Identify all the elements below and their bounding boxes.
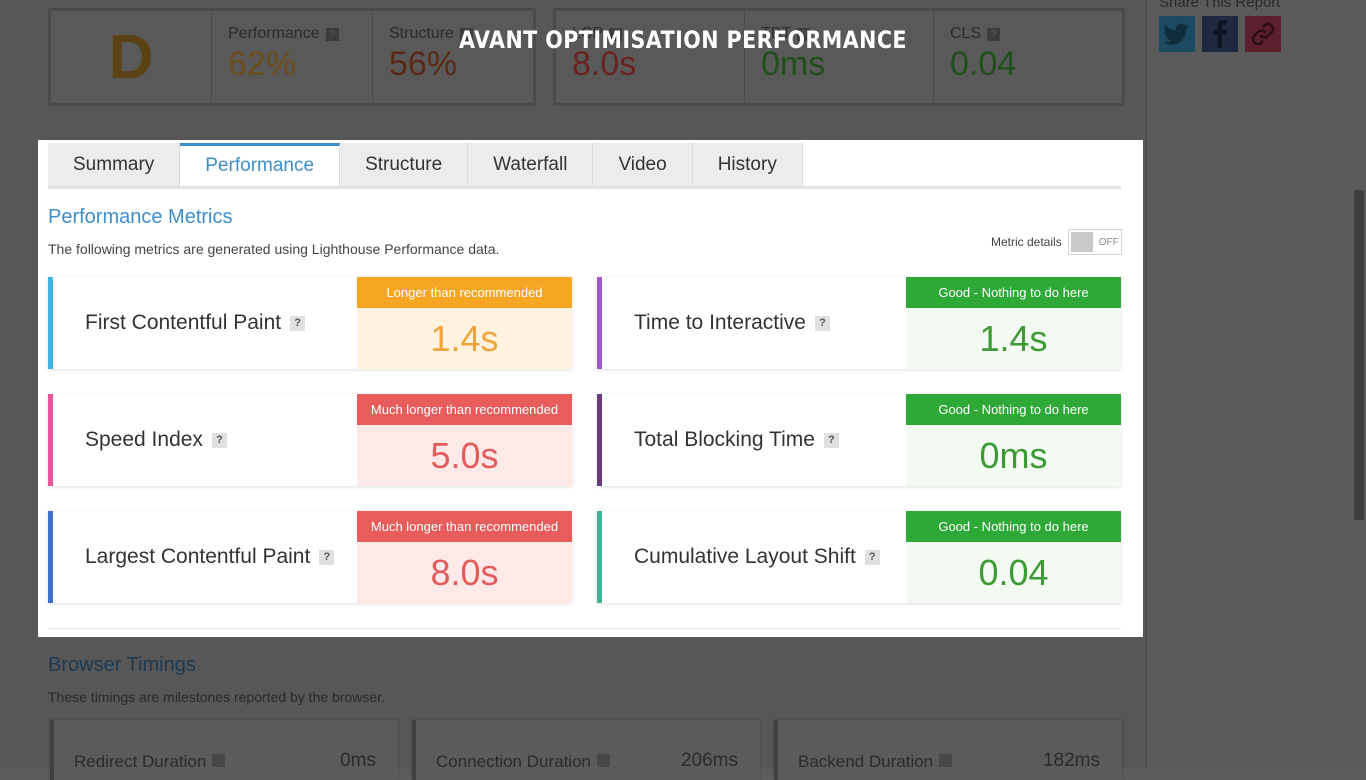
help-icon[interactable]: ?: [319, 549, 335, 565]
browser-timings-title: Browser Timings: [48, 654, 196, 676]
tab-waterfall[interactable]: Waterfall: [468, 143, 594, 186]
panel-divider: [48, 628, 1121, 629]
grade-letter: D: [51, 11, 212, 103]
tabs-divider: [48, 186, 1121, 189]
status-label: Good - Nothing to do here: [906, 511, 1121, 542]
metric-card-speed-index: Speed Index? Much longer than recommende…: [48, 394, 572, 486]
toggle-state: OFF: [1098, 236, 1119, 248]
sidebar: Share This Report: [1146, 0, 1366, 768]
section-title: Performance Metrics: [48, 206, 233, 228]
help-icon[interactable]: [596, 754, 610, 767]
overlay-banner: AVANT OPTIMISATION PERFORMANCE: [459, 26, 907, 54]
help-icon[interactable]: ?: [814, 315, 830, 331]
performance-panel: Summary Performance Structure Waterfall …: [38, 140, 1143, 637]
help-icon[interactable]: ?: [211, 432, 227, 448]
help-icon[interactable]: [939, 754, 953, 767]
metric-details-toggle-group: Metric details OFF: [991, 229, 1122, 255]
timing-value: 206ms: [680, 750, 738, 771]
metric-value: 1.4s: [357, 308, 572, 369]
metric-name: Largest Contentful Paint: [85, 545, 311, 568]
timing-value: 182ms: [1042, 750, 1100, 771]
tab-summary[interactable]: Summary: [48, 143, 181, 186]
metric-card-total-blocking-time: Total Blocking Time? Good - Nothing to d…: [597, 394, 1121, 486]
help-icon[interactable]: ?: [864, 549, 880, 565]
web-vitals-summary: LCP? 8.0s TBT? 0ms CLS? 0.04: [553, 8, 1125, 106]
metric-value: 0ms: [906, 425, 1121, 486]
metric-value: 8.0s: [357, 542, 572, 603]
performance-score: Performance? 62%: [212, 11, 373, 103]
cls-summary: CLS? 0.04: [934, 11, 1122, 103]
timing-card-connection: Connection Duration 206ms: [412, 720, 760, 780]
tbt-summary: TBT? 0ms: [745, 11, 934, 103]
tab-structure[interactable]: Structure: [340, 143, 469, 186]
metric-name: First Contentful Paint: [85, 311, 282, 334]
metric-value: 5.0s: [357, 425, 572, 486]
tab-performance[interactable]: Performance: [180, 143, 341, 186]
timing-name: Connection Duration: [436, 752, 591, 771]
timing-value: 0ms: [340, 750, 376, 771]
metric-name: Cumulative Layout Shift: [634, 545, 856, 568]
metric-name: Total Blocking Time: [634, 428, 815, 451]
status-label: Much longer than recommended: [357, 394, 572, 425]
tab-history[interactable]: History: [692, 143, 803, 186]
metric-details-label: Metric details: [991, 235, 1062, 249]
help-icon[interactable]: ?: [290, 315, 306, 331]
help-icon[interactable]: ?: [823, 432, 839, 448]
tab-video[interactable]: Video: [593, 143, 693, 186]
timing-name: Redirect Duration: [74, 752, 207, 771]
structure-score: Structure? 56%: [373, 11, 533, 103]
grade-summary: D Performance? 62% Structure? 56%: [48, 8, 536, 106]
scrollbar[interactable]: [1354, 190, 1364, 520]
timing-card-redirect: Redirect Duration 0ms: [50, 720, 398, 780]
status-label: Longer than recommended: [357, 277, 572, 308]
metric-name: Time to Interactive: [634, 311, 806, 334]
metric-card-largest-contentful-paint: Largest Contentful Paint? Much longer th…: [48, 511, 572, 603]
help-icon[interactable]: [212, 754, 226, 767]
metric-card-first-contentful-paint: First Contentful Paint? Longer than reco…: [48, 277, 572, 369]
status-label: Good - Nothing to do here: [906, 277, 1121, 308]
metric-name: Speed Index: [85, 428, 203, 451]
section-description: The following metrics are generated usin…: [48, 241, 500, 257]
lcp-summary: LCP? 8.0s: [556, 11, 745, 103]
metric-details-toggle[interactable]: OFF: [1067, 229, 1122, 255]
browser-timings-description: These timings are milestones reported by…: [48, 689, 385, 705]
metric-value: 1.4s: [906, 308, 1121, 369]
status-label: Good - Nothing to do here: [906, 394, 1121, 425]
timing-card-backend: Backend Duration 182ms: [774, 720, 1122, 780]
metric-value: 0.04: [906, 542, 1121, 603]
metric-card-cumulative-layout-shift: Cumulative Layout Shift? Good - Nothing …: [597, 511, 1121, 603]
share-title: Share This Report: [1159, 0, 1281, 11]
timing-name: Backend Duration: [798, 752, 934, 771]
report-tabs: Summary Performance Structure Waterfall …: [48, 143, 803, 186]
status-label: Much longer than recommended: [357, 511, 572, 542]
metric-card-time-to-interactive: Time to Interactive? Good - Nothing to d…: [597, 277, 1121, 369]
toggle-knob: [1070, 232, 1093, 252]
